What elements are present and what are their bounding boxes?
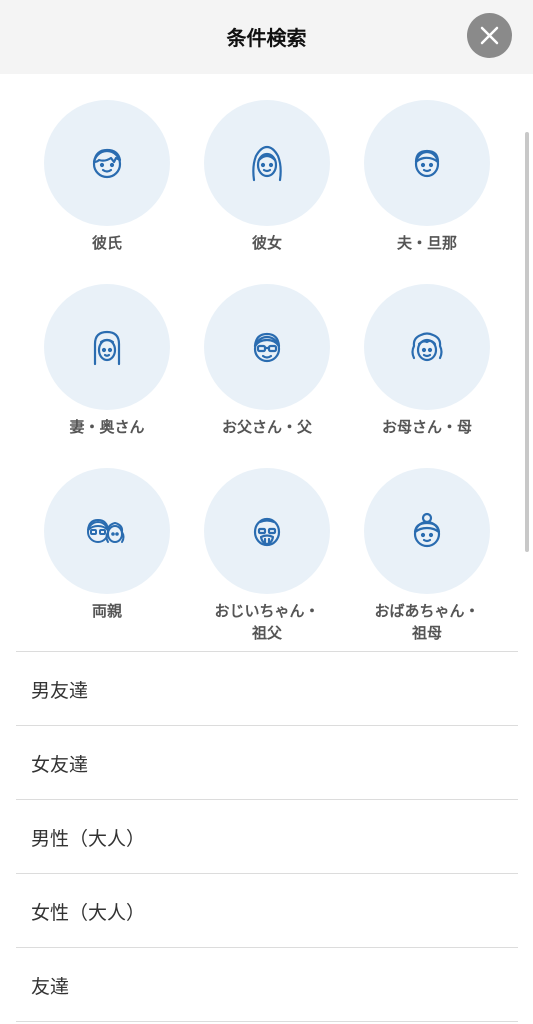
parents-icon xyxy=(87,519,125,543)
girlfriend-icon xyxy=(252,145,282,182)
circle xyxy=(204,284,330,410)
list-item-male-friend[interactable]: 男友達 xyxy=(16,651,518,725)
scrollbar[interactable] xyxy=(525,132,529,552)
list-item-adult-female[interactable]: 女性（大人） xyxy=(16,873,518,947)
circle xyxy=(204,468,330,594)
circle xyxy=(44,100,170,226)
circle xyxy=(364,284,490,410)
grid-item-label: 夫・旦那 xyxy=(396,234,457,252)
circle xyxy=(44,284,170,410)
husband-icon xyxy=(414,149,440,178)
circle xyxy=(364,468,490,594)
grid-item-label: お父さん・父 xyxy=(221,418,312,436)
close-icon xyxy=(480,26,499,45)
father-icon xyxy=(253,332,281,363)
grid-item-label: 妻・奥さん xyxy=(69,418,145,436)
grid-item-label: おじいちゃん・ 祖父 xyxy=(214,602,320,642)
header: 条件検索 xyxy=(0,0,533,74)
grid-item-label: おばあちゃん・ 祖母 xyxy=(374,602,480,642)
list-item-female-friend[interactable]: 女友達 xyxy=(16,725,518,799)
boyfriend-icon xyxy=(92,148,122,179)
close-button[interactable] xyxy=(467,13,512,58)
grid-item-label: 彼女 xyxy=(251,234,282,252)
page-title: 条件検索 xyxy=(226,26,307,50)
list-item-adult-male[interactable]: 男性（大人） xyxy=(16,799,518,873)
circle xyxy=(364,100,490,226)
mother-icon xyxy=(411,332,443,362)
circle xyxy=(204,100,330,226)
grid-item-label: 両親 xyxy=(91,602,122,620)
circle xyxy=(44,468,170,594)
grandmother-icon xyxy=(413,512,441,548)
list-item-friend[interactable]: 友達 xyxy=(16,947,518,1022)
list-item-label: 女友達 xyxy=(31,754,89,776)
grandfather-icon xyxy=(253,517,281,547)
wife-icon xyxy=(93,330,121,366)
list-item-label: 女性（大人） xyxy=(31,902,146,924)
grid-item-label: お母さん・母 xyxy=(381,418,472,436)
relation-list: 男友達 女友達 男性（大人） 女性（大人） 友達 xyxy=(16,651,518,1022)
list-item-label: 男性（大人） xyxy=(31,828,146,850)
list-item-label: 男友達 xyxy=(31,680,89,702)
list-item-label: 友達 xyxy=(31,976,70,998)
grid-item-label: 彼氏 xyxy=(91,234,122,252)
